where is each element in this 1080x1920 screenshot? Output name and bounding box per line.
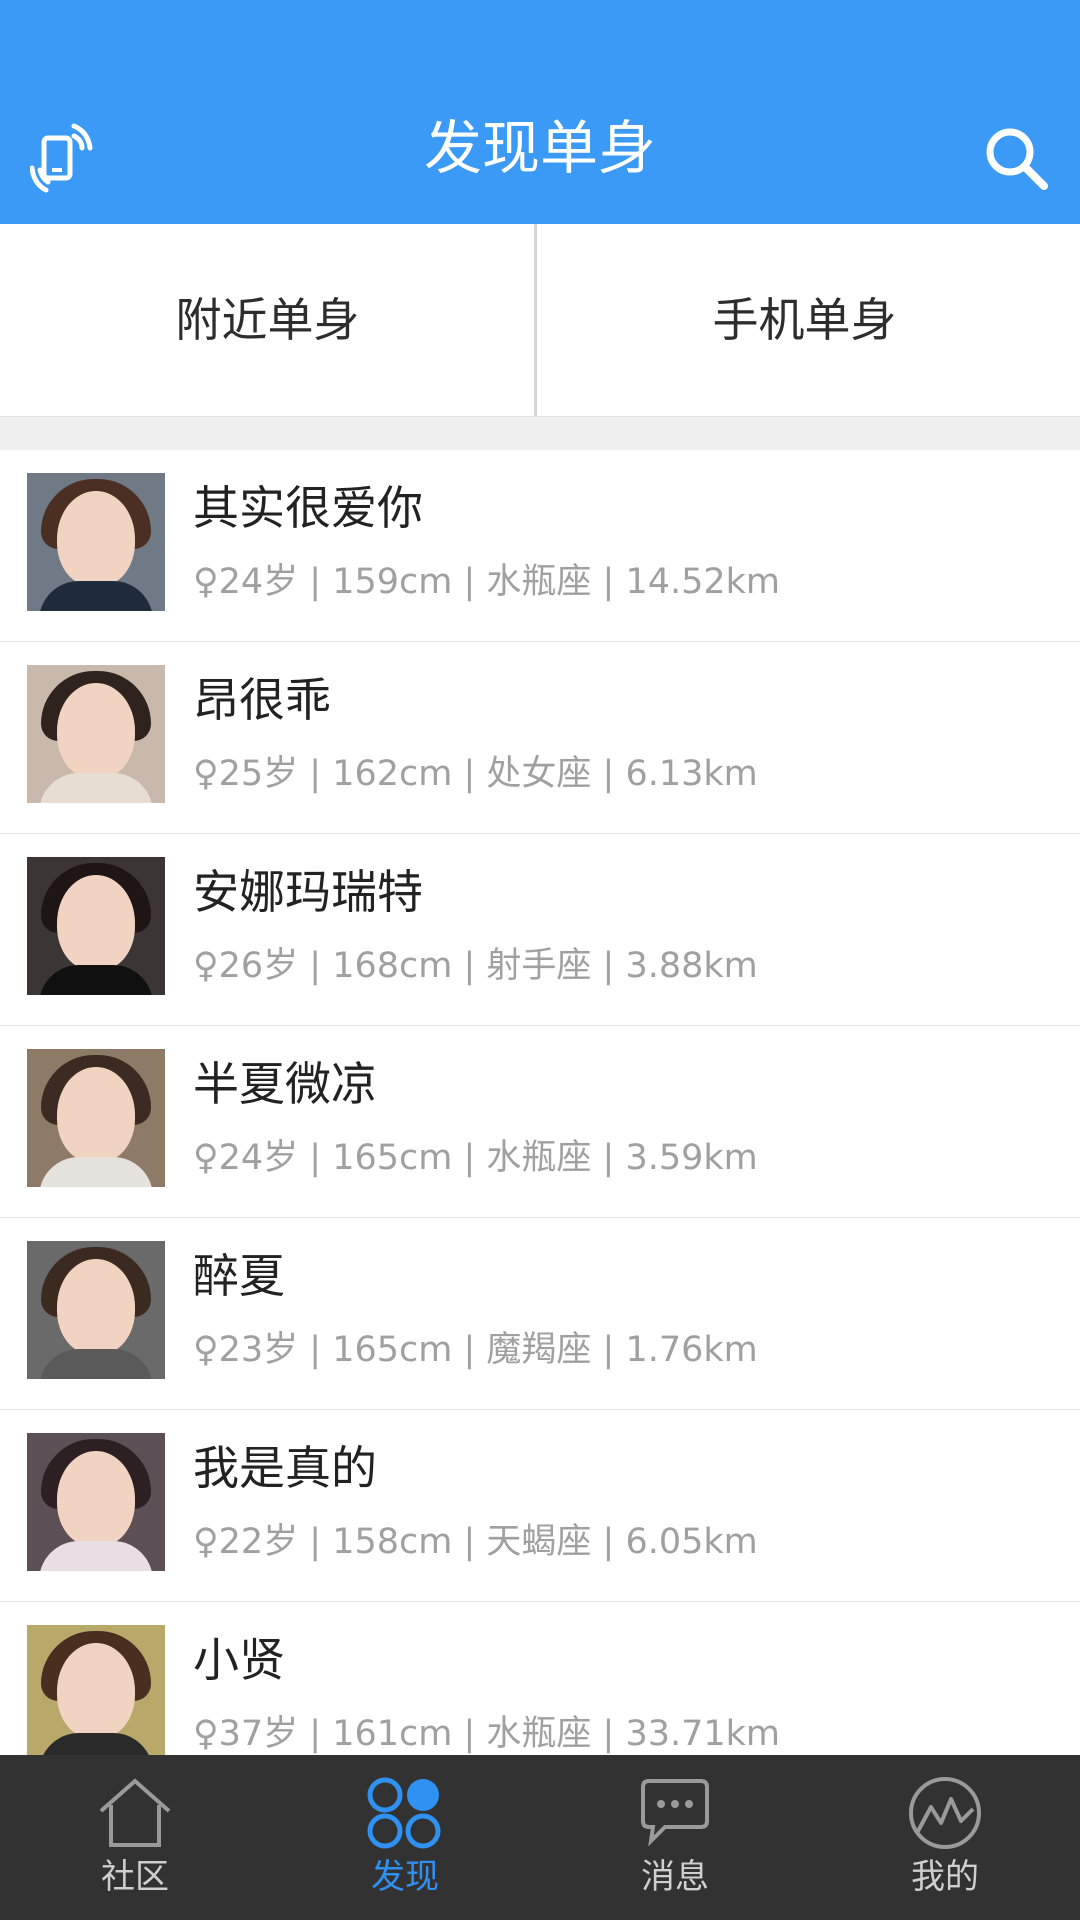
list-item[interactable]: 昂很乖 ♀25岁 | 162cm | 处女座 | 6.13km	[0, 642, 1080, 834]
tab-messages[interactable]: 消息	[540, 1755, 810, 1920]
profile-mountain-icon	[905, 1773, 985, 1853]
segment-tabs: 附近单身 手机单身	[0, 224, 1080, 417]
singles-list: 其实很爱你 ♀24岁 | 159cm | 水瓶座 | 14.52km 昂很乖 ♀…	[0, 450, 1080, 1755]
discover-circles-icon	[365, 1773, 445, 1853]
list-item[interactable]: 小贤 ♀37岁 | 161cm | 水瓶座 | 33.71km	[0, 1602, 1080, 1755]
list-item[interactable]: 醉夏 ♀23岁 | 165cm | 魔羯座 | 1.76km	[0, 1218, 1080, 1410]
avatar	[27, 1049, 165, 1187]
list-item[interactable]: 安娜玛瑞特 ♀26岁 | 168cm | 射手座 | 3.88km	[0, 834, 1080, 1026]
user-name: 我是真的	[193, 1441, 377, 1495]
tab-label: 社区	[101, 1857, 169, 1897]
tab-discover[interactable]: 发现	[270, 1755, 540, 1920]
tab-phone-singles[interactable]: 手机单身	[537, 224, 1072, 416]
user-meta: ♀25岁 | 162cm | 处女座 | 6.13km	[193, 754, 758, 794]
avatar	[27, 1625, 165, 1755]
bottom-tab-bar: 社区 发现 消息 我的	[0, 1755, 1080, 1920]
avatar	[27, 665, 165, 803]
tab-label: 消息	[641, 1857, 709, 1897]
user-name: 昂很乖	[193, 673, 331, 727]
avatar	[27, 857, 165, 995]
list-item[interactable]: 其实很爱你 ♀24岁 | 159cm | 水瓶座 | 14.52km	[0, 450, 1080, 642]
user-name: 醉夏	[193, 1249, 285, 1303]
tab-nearby-singles[interactable]: 附近单身	[0, 224, 535, 416]
user-meta: ♀24岁 | 159cm | 水瓶座 | 14.52km	[193, 562, 781, 602]
tab-label: 我的	[911, 1857, 979, 1897]
list-item[interactable]: 我是真的 ♀22岁 | 158cm | 天蝎座 | 6.05km	[0, 1410, 1080, 1602]
user-meta: ♀37岁 | 161cm | 水瓶座 | 33.71km	[193, 1714, 781, 1754]
tab-mine[interactable]: 我的	[810, 1755, 1080, 1920]
top-app-bar: 发现单身	[0, 0, 1080, 224]
user-meta: ♀23岁 | 165cm | 魔羯座 | 1.76km	[193, 1330, 758, 1370]
chat-bubble-icon	[635, 1773, 715, 1853]
list-item[interactable]: 半夏微凉 ♀24岁 | 165cm | 水瓶座 | 3.59km	[0, 1026, 1080, 1218]
user-name: 小贤	[193, 1633, 285, 1687]
user-meta: ♀22岁 | 158cm | 天蝎座 | 6.05km	[193, 1522, 758, 1562]
user-name: 安娜玛瑞特	[193, 865, 423, 919]
user-meta: ♀24岁 | 165cm | 水瓶座 | 3.59km	[193, 1138, 758, 1178]
user-name: 半夏微凉	[193, 1057, 377, 1111]
tab-community[interactable]: 社区	[0, 1755, 270, 1920]
search-icon[interactable]	[982, 124, 1052, 194]
user-meta: ♀26岁 | 168cm | 射手座 | 3.88km	[193, 946, 758, 986]
user-name: 其实很爱你	[193, 481, 423, 535]
avatar	[27, 1241, 165, 1379]
tab-label: 发现	[371, 1857, 439, 1897]
avatar	[27, 1433, 165, 1571]
home-icon	[95, 1773, 175, 1853]
page-title: 发现单身	[423, 114, 656, 182]
avatar	[27, 473, 165, 611]
